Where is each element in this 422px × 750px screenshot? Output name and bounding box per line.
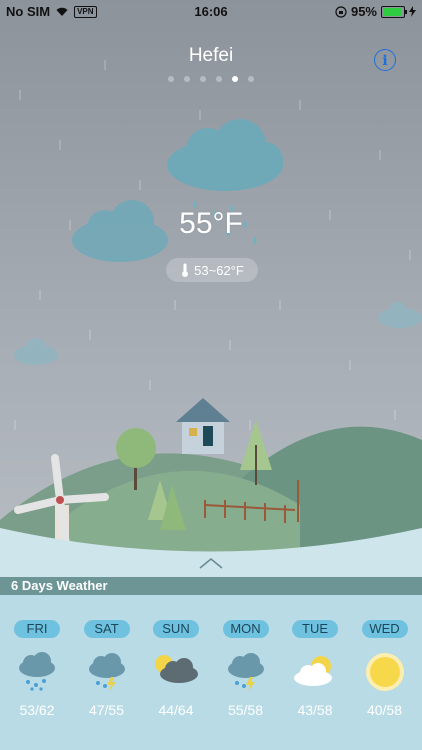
- thermometer-icon: [182, 263, 189, 277]
- forecast-panel: FRI 53/62 SAT 47/55 SUN 44/64 MON 55/58 TUE 43/58…: [0, 595, 422, 750]
- weather-screen: No SIM VPN 16:06 95% Hefei i 55°F 53~62°…: [0, 0, 422, 750]
- status-bar: No SIM VPN 16:06 95%: [0, 0, 422, 22]
- forecast-day[interactable]: WED 40/58: [350, 595, 420, 718]
- rain-cloud-icon: [2, 652, 72, 692]
- forecast-day-label: SAT: [83, 620, 130, 638]
- forecast-day-label: FRI: [14, 620, 60, 638]
- sun-icon: [350, 652, 420, 692]
- forecast-day[interactable]: MON 55/58: [211, 595, 281, 718]
- temperature-range: 53~62°F: [194, 262, 244, 278]
- thunder-rain-cloud-icon: [211, 652, 281, 692]
- forecast-day[interactable]: FRI 53/62: [2, 595, 72, 718]
- forecast-temps: 55/58: [227, 702, 264, 718]
- info-button[interactable]: i: [374, 49, 396, 71]
- rotation-lock-icon: [335, 5, 347, 18]
- page-dot[interactable]: [216, 76, 222, 82]
- charging-icon: [409, 6, 416, 17]
- sun-dark-cloud-icon: [141, 652, 211, 692]
- page-dot[interactable]: [184, 76, 190, 82]
- weather-scene: [0, 60, 422, 577]
- temperature-range-pill: 53~62°F: [166, 258, 258, 282]
- page-dot[interactable]: [200, 76, 206, 82]
- cloud-large: [167, 119, 283, 191]
- page-indicator[interactable]: [0, 76, 422, 82]
- cloud-small-left: [14, 338, 58, 365]
- forecast-temps: 53/62: [19, 702, 55, 718]
- forecast-day[interactable]: SUN 44/64: [141, 595, 211, 718]
- forecast-temps: 43/58: [297, 702, 333, 718]
- thunder-rain-cloud-icon: [72, 652, 142, 692]
- battery-icon: [381, 5, 407, 18]
- forecast-day-label: WED: [361, 620, 408, 638]
- forecast-temps: 47/55: [88, 702, 125, 718]
- forecast-day-label: SUN: [153, 620, 199, 638]
- forecast-temps: 44/64: [158, 702, 194, 718]
- forecast-day[interactable]: TUE 43/58: [280, 595, 350, 718]
- forecast-day-label: TUE: [292, 620, 338, 638]
- current-temperature: 55°F: [179, 207, 243, 240]
- partly-cloudy-icon: [280, 652, 350, 692]
- section-title: 6 Days Weather: [0, 577, 422, 595]
- battery-percent: 95%: [350, 4, 377, 19]
- forecast-day-label: MON: [222, 620, 269, 638]
- page-dot[interactable]: [232, 76, 238, 82]
- page-dot[interactable]: [168, 76, 174, 82]
- cloud-small-right: [378, 302, 422, 328]
- page-dot[interactable]: [248, 76, 254, 82]
- forecast-temps: 40/58: [366, 702, 403, 718]
- chevron-up-icon[interactable]: [198, 556, 224, 570]
- forecast-day[interactable]: SAT 47/55: [72, 595, 142, 718]
- house: [176, 398, 230, 454]
- city-name: Hefei: [188, 45, 234, 66]
